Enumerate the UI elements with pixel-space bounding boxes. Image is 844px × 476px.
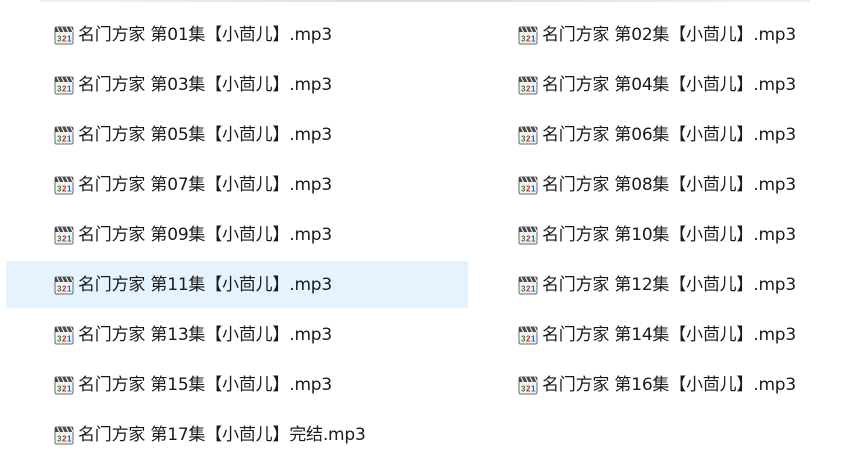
svg-text:1: 1	[531, 84, 536, 93]
file-name: 名门方家 第12集【小茴儿】.mp3	[542, 274, 797, 295]
file-item[interactable]: 321 名门方家 第06集【小茴儿】.mp3	[470, 111, 844, 158]
file-item[interactable]: 321 名门方家 第04集【小茴儿】.mp3	[470, 61, 844, 108]
file-name: 名门方家 第15集【小茴儿】.mp3	[78, 374, 333, 395]
svg-text:1: 1	[67, 34, 72, 43]
media-player-classic-audio-icon: 321	[54, 76, 74, 94]
media-player-classic-audio-icon: 321	[518, 176, 538, 194]
svg-text:1: 1	[531, 384, 536, 393]
file-name: 名门方家 第11集【小茴儿】.mp3	[78, 274, 333, 295]
file-name: 名门方家 第06集【小茴儿】.mp3	[542, 124, 797, 145]
svg-text:1: 1	[67, 434, 72, 443]
file-item[interactable]: 321 名门方家 第02集【小茴儿】.mp3	[470, 11, 844, 58]
svg-text:1: 1	[67, 234, 72, 243]
media-player-classic-audio-icon: 321	[518, 226, 538, 244]
svg-text:1: 1	[531, 234, 536, 243]
file-name: 名门方家 第16集【小茴儿】.mp3	[542, 374, 797, 395]
file-name: 名门方家 第05集【小茴儿】.mp3	[78, 124, 333, 145]
file-name: 名门方家 第08集【小茴儿】.mp3	[542, 174, 797, 195]
svg-text:1: 1	[531, 184, 536, 193]
media-player-classic-audio-icon: 321	[54, 426, 74, 444]
file-item[interactable]: 321 名门方家 第17集【小茴儿】完结.mp3	[6, 411, 468, 458]
svg-text:1: 1	[67, 84, 72, 93]
file-name: 名门方家 第13集【小茴儿】.mp3	[78, 324, 333, 345]
media-player-classic-audio-icon: 321	[54, 176, 74, 194]
file-item[interactable]: 321 名门方家 第03集【小茴儿】.mp3	[6, 61, 468, 108]
media-player-classic-audio-icon: 321	[54, 276, 74, 294]
svg-text:1: 1	[531, 334, 536, 343]
file-name: 名门方家 第10集【小茴儿】.mp3	[542, 224, 797, 245]
file-item[interactable]: 321 名门方家 第12集【小茴儿】.mp3	[470, 261, 844, 308]
file-item[interactable]: 321 名门方家 第16集【小茴儿】.mp3	[470, 361, 844, 408]
file-item[interactable]: 321 名门方家 第09集【小茴儿】.mp3	[6, 211, 468, 258]
file-name: 名门方家 第14集【小茴儿】.mp3	[542, 324, 797, 345]
svg-text:1: 1	[531, 284, 536, 293]
file-name: 名门方家 第04集【小茴儿】.mp3	[542, 74, 797, 95]
file-item[interactable]: 321 名门方家 第14集【小茴儿】.mp3	[470, 311, 844, 358]
file-item[interactable]: 321 名门方家 第01集【小茴儿】.mp3	[6, 11, 468, 58]
media-player-classic-audio-icon: 321	[518, 76, 538, 94]
media-player-classic-audio-icon: 321	[54, 376, 74, 394]
file-name: 名门方家 第09集【小茴儿】.mp3	[78, 224, 333, 245]
file-item[interactable]: 321 名门方家 第08集【小茴儿】.mp3	[470, 161, 844, 208]
file-item-hovered[interactable]: 321 名门方家 第11集【小茴儿】.mp3	[6, 261, 468, 308]
file-list: 321 名门方家 第01集【小茴儿】.mp3 321 名门方家 第02集【小茴儿…	[0, 0, 844, 476]
file-item[interactable]: 321 名门方家 第13集【小茴儿】.mp3	[6, 311, 468, 358]
file-name: 名门方家 第17集【小茴儿】完结.mp3	[78, 424, 366, 445]
file-name: 名门方家 第07集【小茴儿】.mp3	[78, 174, 333, 195]
media-player-classic-audio-icon: 321	[518, 276, 538, 294]
file-item[interactable]: 321 名门方家 第10集【小茴儿】.mp3	[470, 211, 844, 258]
svg-text:1: 1	[531, 134, 536, 143]
media-player-classic-audio-icon: 321	[518, 326, 538, 344]
media-player-classic-audio-icon: 321	[518, 126, 538, 144]
svg-text:1: 1	[67, 284, 72, 293]
svg-text:1: 1	[67, 334, 72, 343]
media-player-classic-audio-icon: 321	[518, 376, 538, 394]
file-item[interactable]: 321 名门方家 第15集【小茴儿】.mp3	[6, 361, 468, 408]
media-player-classic-audio-icon: 321	[54, 226, 74, 244]
file-name: 名门方家 第03集【小茴儿】.mp3	[78, 74, 333, 95]
svg-text:1: 1	[67, 184, 72, 193]
svg-text:1: 1	[531, 34, 536, 43]
media-player-classic-audio-icon: 321	[54, 126, 74, 144]
file-name: 名门方家 第01集【小茴儿】.mp3	[78, 24, 333, 45]
media-player-classic-audio-icon: 321	[54, 326, 74, 344]
svg-text:1: 1	[67, 384, 72, 393]
media-player-classic-audio-icon: 321	[54, 26, 74, 44]
file-item[interactable]: 321 名门方家 第07集【小茴儿】.mp3	[6, 161, 468, 208]
file-item[interactable]: 321 名门方家 第05集【小茴儿】.mp3	[6, 111, 468, 158]
media-player-classic-audio-icon: 321	[518, 26, 538, 44]
svg-text:1: 1	[67, 134, 72, 143]
file-name: 名门方家 第02集【小茴儿】.mp3	[542, 24, 797, 45]
